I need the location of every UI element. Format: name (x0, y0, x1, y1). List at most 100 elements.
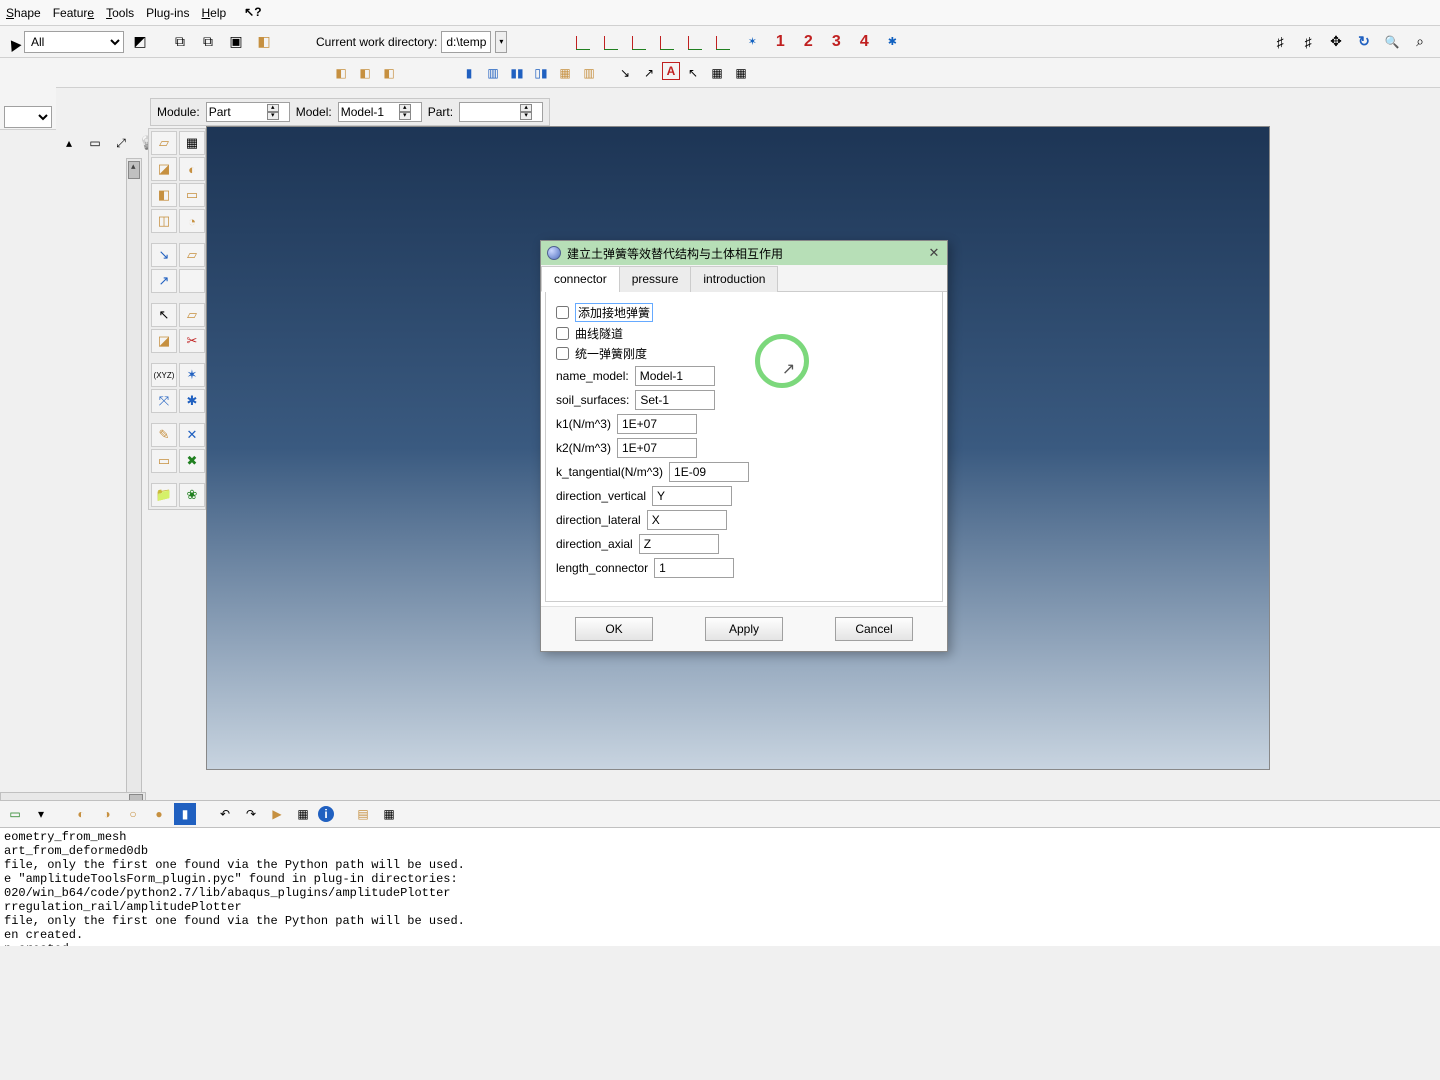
triad-3-icon[interactable]: ✱ (179, 389, 205, 413)
zoom-icon[interactable] (1380, 30, 1404, 54)
menu-help[interactable]: Help (201, 6, 226, 20)
datum-csys-icon[interactable]: ✂ (179, 329, 205, 353)
menu-plugins[interactable]: Plug-ins (146, 6, 189, 20)
render-hidden-icon[interactable] (378, 62, 400, 84)
tab-connector[interactable]: connector (541, 266, 620, 292)
selection-filter-combo[interactable]: All (24, 31, 124, 53)
up-arrow-icon[interactable]: ▴ (58, 132, 80, 154)
triad-2-icon[interactable]: ⤧ (151, 389, 177, 413)
round-icon[interactable]: ◔ (179, 209, 205, 233)
bs-circle-1-icon[interactable]: ◐ (70, 803, 92, 825)
bs-circle-2-icon[interactable]: ◑ (96, 803, 118, 825)
model-down-icon[interactable]: ▾ (399, 112, 411, 120)
part-manager-icon[interactable]: ▦ (179, 131, 205, 155)
view-preset-2[interactable]: 2 (795, 29, 821, 55)
datum-icon[interactable] (179, 269, 205, 293)
bs-square-icon[interactable]: ▮ (174, 803, 196, 825)
bs-play-icon[interactable]: ▶ (266, 803, 288, 825)
module-up-icon[interactable]: ▴ (267, 104, 279, 112)
apply-button[interactable]: Apply (705, 617, 783, 641)
expand-icon[interactable]: ⤢ (110, 132, 132, 154)
chk-uniform-stiffness[interactable] (556, 347, 569, 360)
view-cycle-icon[interactable]: ✱ (879, 29, 905, 55)
direction-vertical-input[interactable] (652, 486, 732, 506)
view-preset-4[interactable]: 4 (851, 29, 877, 55)
render-shaded-icon[interactable] (330, 62, 352, 84)
menu-feature[interactable]: Feature (53, 6, 94, 20)
bs-list-icon[interactable]: ▤ (352, 803, 374, 825)
perspective-4-icon[interactable]: ▯▮ (530, 62, 552, 84)
view-xy-icon[interactable] (571, 29, 597, 55)
partition-cell-icon[interactable]: ↗ (151, 269, 177, 293)
extrude-icon[interactable]: ◪ (151, 157, 177, 181)
model-combo[interactable]: ▴▾ (338, 102, 422, 122)
rail-1-icon[interactable]: ♯ (1268, 30, 1292, 54)
menu-shape[interactable]: Shape (6, 6, 41, 20)
length-connector-input[interactable] (654, 558, 734, 578)
partition-edge-icon[interactable]: ↘ (151, 243, 177, 267)
perspective-5-icon[interactable]: ▦ (554, 62, 576, 84)
bs-undo-icon[interactable]: ↶ (214, 803, 236, 825)
view-yz-icon[interactable] (627, 29, 653, 55)
bs-grid-icon[interactable] (378, 803, 400, 825)
chk-add-ground-spring[interactable] (556, 306, 569, 319)
wire-icon[interactable]: ◫ (151, 209, 177, 233)
chk-curved-tunnel[interactable] (556, 327, 569, 340)
bs-circle-3-icon[interactable]: ○ (122, 803, 144, 825)
view-xz2-icon[interactable] (683, 29, 709, 55)
triad-1-icon[interactable]: ✶ (179, 363, 205, 387)
dialog-titlebar[interactable]: 建立土弹簧等效替代结构与土体相互作用 ✕ (541, 241, 947, 265)
bs-redo-icon[interactable]: ↷ (240, 803, 262, 825)
cancel-button[interactable]: Cancel (835, 617, 913, 641)
k1-input[interactable] (617, 414, 697, 434)
view-preset-1[interactable]: 1 (767, 29, 793, 55)
selection-toggle-icon[interactable]: ◩ (128, 30, 152, 54)
module-down-icon[interactable]: ▾ (267, 112, 279, 120)
tools-icon[interactable]: ✖ (179, 449, 205, 473)
perspective-3-icon[interactable]: ▮▮ (506, 62, 528, 84)
revolve-icon[interactable]: ◐ (179, 157, 205, 181)
cwd-dropdown-icon[interactable]: ▾ (495, 31, 507, 53)
create-part-icon[interactable]: ▱ (151, 131, 177, 155)
render-wire-icon[interactable] (354, 62, 376, 84)
add-selection-icon[interactable]: ⧉ (196, 30, 220, 54)
bs-circle-4-icon[interactable]: ● (148, 803, 170, 825)
import-icon[interactable] (151, 483, 177, 507)
model-value[interactable] (339, 105, 399, 119)
xyz-icon[interactable]: (XYZ) (151, 363, 177, 387)
view-xy2-icon[interactable] (655, 29, 681, 55)
perspective-6-icon[interactable]: ▥ (578, 62, 600, 84)
view-preset-3[interactable]: 3 (823, 29, 849, 55)
bs-table-icon[interactable] (292, 803, 314, 825)
menu-tools[interactable]: Tools (106, 6, 134, 20)
bs-icon-1[interactable]: ▭ (4, 803, 26, 825)
isolate-icon[interactable] (252, 30, 276, 54)
regenerate-icon[interactable]: ▭ (151, 449, 177, 473)
remove-selection-icon[interactable]: ▣ (224, 30, 248, 54)
folder-icon[interactable]: ▭ (84, 132, 106, 154)
datum-axis-icon[interactable]: ▱ (179, 303, 205, 327)
soil-surfaces-input[interactable] (635, 390, 715, 410)
view-xz-icon[interactable] (599, 29, 625, 55)
replace-selection-icon[interactable]: ⧉ (168, 30, 192, 54)
name-model-input[interactable] (635, 366, 715, 386)
annotation-icon[interactable]: A (662, 62, 680, 80)
rail-2-icon[interactable]: ♯ (1296, 30, 1320, 54)
part-down-icon[interactable]: ▾ (520, 112, 532, 120)
module-combo[interactable]: ▴▾ (206, 102, 290, 122)
zoom-box-icon[interactable]: ⌕ (1408, 30, 1432, 54)
tree-scroll-thumb[interactable] (128, 161, 140, 179)
query-icon[interactable]: ↗ (638, 62, 660, 84)
kt-input[interactable] (669, 462, 749, 482)
probe-icon[interactable]: ↘ (614, 62, 636, 84)
rotate-icon[interactable] (1352, 30, 1376, 54)
cwd-input[interactable] (441, 31, 491, 53)
edit-feature-icon[interactable]: ✎ (151, 423, 177, 447)
k2-input[interactable] (617, 438, 697, 458)
left-filter-combo[interactable] (4, 106, 52, 128)
perspective-2-icon[interactable]: ▥ (482, 62, 504, 84)
ok-button[interactable]: OK (575, 617, 653, 641)
list-view-icon[interactable] (706, 62, 728, 84)
direction-lateral-input[interactable] (647, 510, 727, 530)
partition-face-icon[interactable]: ▱ (179, 243, 205, 267)
